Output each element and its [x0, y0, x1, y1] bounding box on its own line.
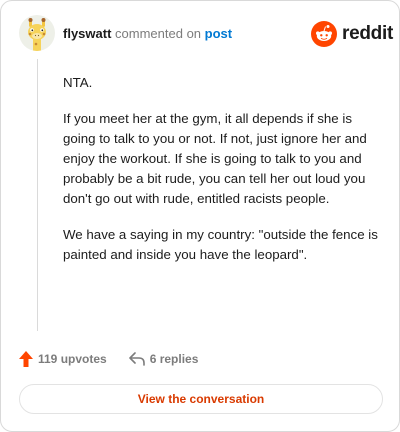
thread-line[interactable] — [37, 59, 38, 331]
comment-paragraph: NTA. — [63, 75, 93, 90]
giraffe-avatar-icon — [19, 15, 55, 51]
reply-count: 6 replies — [149, 352, 199, 366]
reddit-alien-icon — [311, 21, 337, 47]
view-conversation-button[interactable]: View the conversation — [19, 384, 383, 414]
comment-paragraph: We have a saying in my country: "outside… — [63, 227, 378, 262]
upvote-arrow-icon — [19, 351, 33, 367]
upvote-count: 119 upvotes — [38, 352, 107, 366]
username[interactable]: flyswatt — [63, 26, 111, 41]
avatar[interactable] — [19, 15, 55, 51]
upvote-button[interactable]: 119 upvotes — [19, 351, 107, 367]
reddit-logo[interactable]: reddit — [311, 21, 393, 47]
action-text: commented on — [115, 26, 202, 41]
reddit-wordmark: reddit — [342, 23, 393, 44]
comment-header: flyswatt commented on post — [63, 26, 232, 42]
reply-arrow-icon — [128, 352, 145, 366]
post-link[interactable]: post — [205, 26, 232, 41]
comment-card: flyswatt commented on post reddit NTA. I… — [0, 0, 400, 432]
comment-paragraph: If you meet her at the gym, it all depen… — [63, 111, 367, 206]
replies-button[interactable]: 6 replies — [128, 352, 199, 366]
comment-body: NTA. If you meet her at the gym, it all … — [63, 73, 385, 281]
comment-actions: 119 upvotes 6 replies — [19, 351, 198, 367]
